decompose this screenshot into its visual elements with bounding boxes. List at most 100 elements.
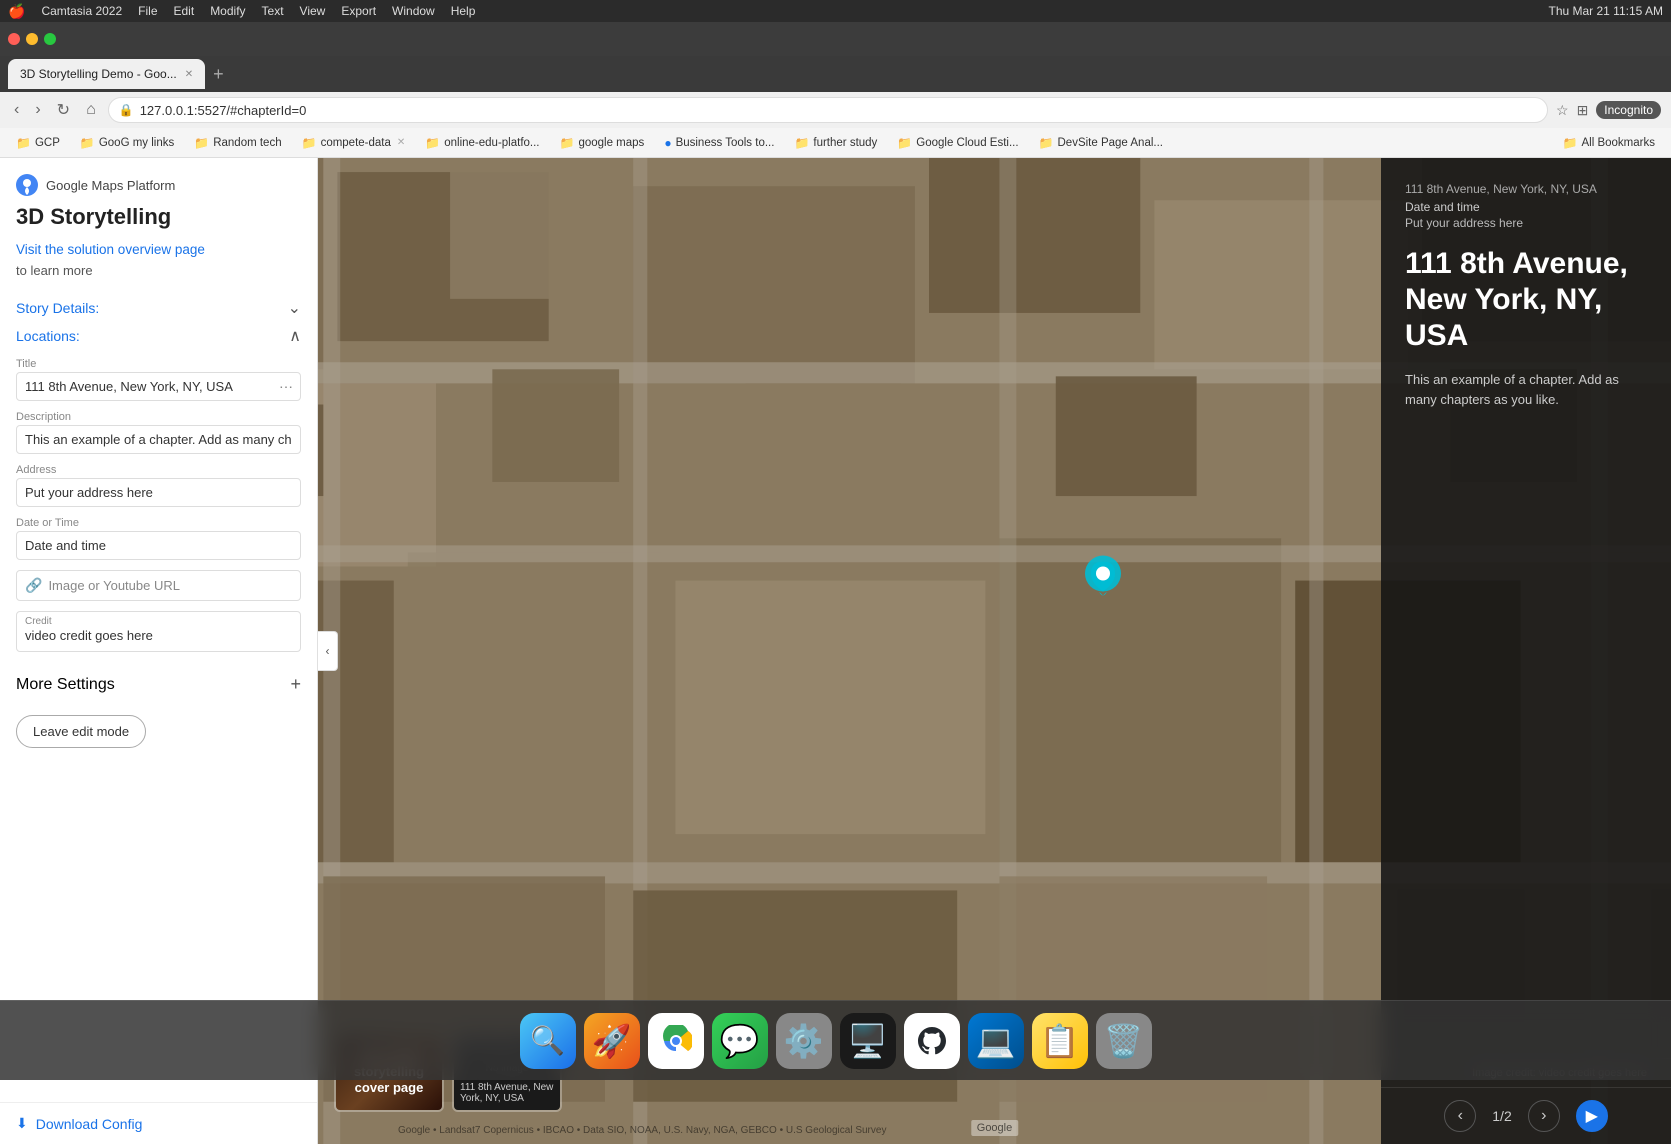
dock-chrome[interactable] xyxy=(648,1013,704,1069)
credit-input[interactable] xyxy=(25,628,292,643)
bookmark-cloud-esti[interactable]: 📁 Google Cloud Esti... xyxy=(889,134,1026,152)
plus-icon: + xyxy=(290,674,301,695)
menu-view[interactable]: View xyxy=(300,4,326,18)
bookmark-further-study[interactable]: 📁 further study xyxy=(786,134,885,152)
bookmark-label: DevSite Page Anal... xyxy=(1058,137,1163,149)
info-panel-content: 111 8th Avenue, New York, NY, USA Date a… xyxy=(1381,158,1671,1058)
sidebar-app-name: Google Maps Platform xyxy=(46,178,175,193)
address-bar[interactable]: 🔒 127.0.0.1:5527/#chapterId=0 xyxy=(108,97,1548,123)
bookmark-label: google maps xyxy=(578,137,644,149)
active-tab[interactable]: 3D Storytelling Demo - Goo... ✕ xyxy=(8,59,205,89)
info-panel: 111 8th Avenue, New York, NY, USA Date a… xyxy=(1381,158,1671,1144)
solution-overview-link[interactable]: Visit the solution overview page xyxy=(0,242,317,261)
info-date: Date and time xyxy=(1405,200,1647,214)
download-config-button[interactable]: ⬇ Download Config xyxy=(0,1102,317,1144)
home-button[interactable]: ⌂ xyxy=(82,99,100,121)
map-attribution: Google • Landsat7 Copernicus • IBCAO • D… xyxy=(398,1125,886,1136)
locations-section: Locations: ∧ Title ⋯ Description Address xyxy=(0,326,317,662)
bookmark-star-icon[interactable]: ☆ xyxy=(1556,102,1569,119)
sidebar-toggle-button[interactable]: ‹ xyxy=(318,631,338,671)
dock-github[interactable] xyxy=(904,1013,960,1069)
description-input[interactable] xyxy=(16,425,301,454)
link-icon: 🔗 xyxy=(25,577,42,594)
fullscreen-button[interactable] xyxy=(44,33,56,45)
bookmark-google-maps[interactable]: 📁 google maps xyxy=(552,134,653,152)
menu-file[interactable]: File xyxy=(138,4,157,18)
menu-export[interactable]: Export xyxy=(341,4,376,18)
dock-messages[interactable]: 💬 xyxy=(712,1013,768,1069)
back-button[interactable]: ‹ xyxy=(10,99,23,121)
story-details-section[interactable]: Story Details: ⌄ xyxy=(0,290,317,326)
dock-launchpad[interactable]: 🚀 xyxy=(584,1013,640,1069)
thumb2-footer: 111 8th Avenue, New York, NY, USA xyxy=(460,1082,554,1104)
locations-label: Locations: xyxy=(16,328,80,344)
chevron-up-icon[interactable]: ∧ xyxy=(289,326,301,346)
dock-notes[interactable]: 📋 xyxy=(1032,1013,1088,1069)
menu-help[interactable]: Help xyxy=(451,4,476,18)
menu-text[interactable]: Text xyxy=(262,4,284,18)
camtasia-topbar: 🍎 Camtasia 2022 File Edit Modify Text Vi… xyxy=(0,0,1671,22)
dock-terminal[interactable]: 🖥️ xyxy=(840,1013,896,1069)
apple-icon: 🍎 xyxy=(8,3,25,20)
minimize-button[interactable] xyxy=(26,33,38,45)
description-label: Description xyxy=(16,411,301,423)
google-watermark: Google xyxy=(971,1120,1018,1136)
dock-vscode[interactable]: 💻 xyxy=(968,1013,1024,1069)
sidebar-title: 3D Storytelling xyxy=(0,204,317,242)
bookmark-label: GooG my links xyxy=(99,137,174,149)
nav-bar: ‹ › ↻ ⌂ 🔒 127.0.0.1:5527/#chapterId=0 ☆ … xyxy=(0,92,1671,128)
bookmark-business-tools[interactable]: ● Business Tools to... xyxy=(656,134,782,152)
leave-edit-button[interactable]: Leave edit mode xyxy=(16,715,146,748)
info-description: This an example of a chapter. Add as man… xyxy=(1405,370,1647,409)
bookmark-label: Google Cloud Esti... xyxy=(916,137,1018,149)
description-field: Description xyxy=(16,411,301,454)
tab-close-icon[interactable]: ✕ xyxy=(185,69,193,80)
address-input[interactable] xyxy=(16,478,301,507)
close-button[interactable] xyxy=(8,33,20,45)
title-field: Title ⋯ xyxy=(16,358,301,401)
play-button[interactable]: ▶ xyxy=(1576,1100,1608,1132)
dock-trash[interactable]: 🗑️ xyxy=(1096,1013,1152,1069)
refresh-button[interactable]: ↻ xyxy=(53,98,74,122)
folder-icon: 📁 xyxy=(897,136,912,150)
dock-finder[interactable]: 🔍 xyxy=(520,1013,576,1069)
title-input[interactable] xyxy=(16,372,301,401)
prev-chapter-button[interactable]: ‹ xyxy=(1444,1100,1476,1132)
map-area: ‹ 111 8th Avenue, New York, NY, USA Date… xyxy=(318,158,1671,1144)
url-input-wrapper[interactable]: 🔗 Image or Youtube URL xyxy=(16,570,301,601)
download-label: Download Config xyxy=(36,1116,143,1132)
info-subtitle: 111 8th Avenue, New York, NY, USA xyxy=(1405,182,1647,196)
url-placeholder: Image or Youtube URL xyxy=(48,578,180,593)
bookmark-label: GCP xyxy=(35,137,60,149)
menu-bar[interactable]: File Edit Modify Text View Export Window… xyxy=(138,4,475,18)
info-panel-navigation: ‹ 1/2 › ▶ xyxy=(1381,1087,1671,1144)
close-tab-icon[interactable]: ✕ xyxy=(397,137,405,148)
menu-modify[interactable]: Modify xyxy=(210,4,245,18)
menu-edit[interactable]: Edit xyxy=(174,4,195,18)
extensions-icon[interactable]: ⊞ xyxy=(1577,102,1589,119)
bookmark-label: Business Tools to... xyxy=(676,137,775,149)
menu-window[interactable]: Window xyxy=(392,4,435,18)
bookmark-gcp[interactable]: 📁 GCP xyxy=(8,134,68,152)
url-field: 🔗 Image or Youtube URL xyxy=(16,570,301,601)
bookmark-goog-links[interactable]: 📁 GooG my links xyxy=(72,134,182,152)
sidebar-subtext: to learn more xyxy=(0,261,317,290)
bookmark-compete-data[interactable]: 📁 compete-data ✕ xyxy=(294,134,414,152)
forward-button[interactable]: › xyxy=(31,99,44,121)
nav-right: ☆ ⊞ Incognito xyxy=(1556,101,1661,119)
chevron-down-icon: ⌄ xyxy=(288,298,301,318)
traffic-lights[interactable] xyxy=(8,33,56,45)
topbar-right: Thu Mar 21 11:15 AM xyxy=(1548,4,1663,18)
folder-icon: 📁 xyxy=(1039,136,1054,150)
bookmark-online-edu[interactable]: 📁 online-edu-platfo... xyxy=(417,134,547,152)
incognito-label: Incognito xyxy=(1596,101,1661,119)
bookmark-all[interactable]: 📁 All Bookmarks xyxy=(1555,134,1663,152)
next-chapter-button[interactable]: › xyxy=(1528,1100,1560,1132)
new-tab-button[interactable]: + xyxy=(213,64,224,85)
bookmark-label: online-edu-platfo... xyxy=(444,137,539,149)
bookmark-devsite[interactable]: 📁 DevSite Page Anal... xyxy=(1031,134,1171,152)
datetime-input[interactable] xyxy=(16,531,301,560)
dock-settings[interactable]: ⚙️ xyxy=(776,1013,832,1069)
more-settings-section[interactable]: More Settings + xyxy=(0,662,317,707)
bookmark-random-tech[interactable]: 📁 Random tech xyxy=(186,134,289,152)
